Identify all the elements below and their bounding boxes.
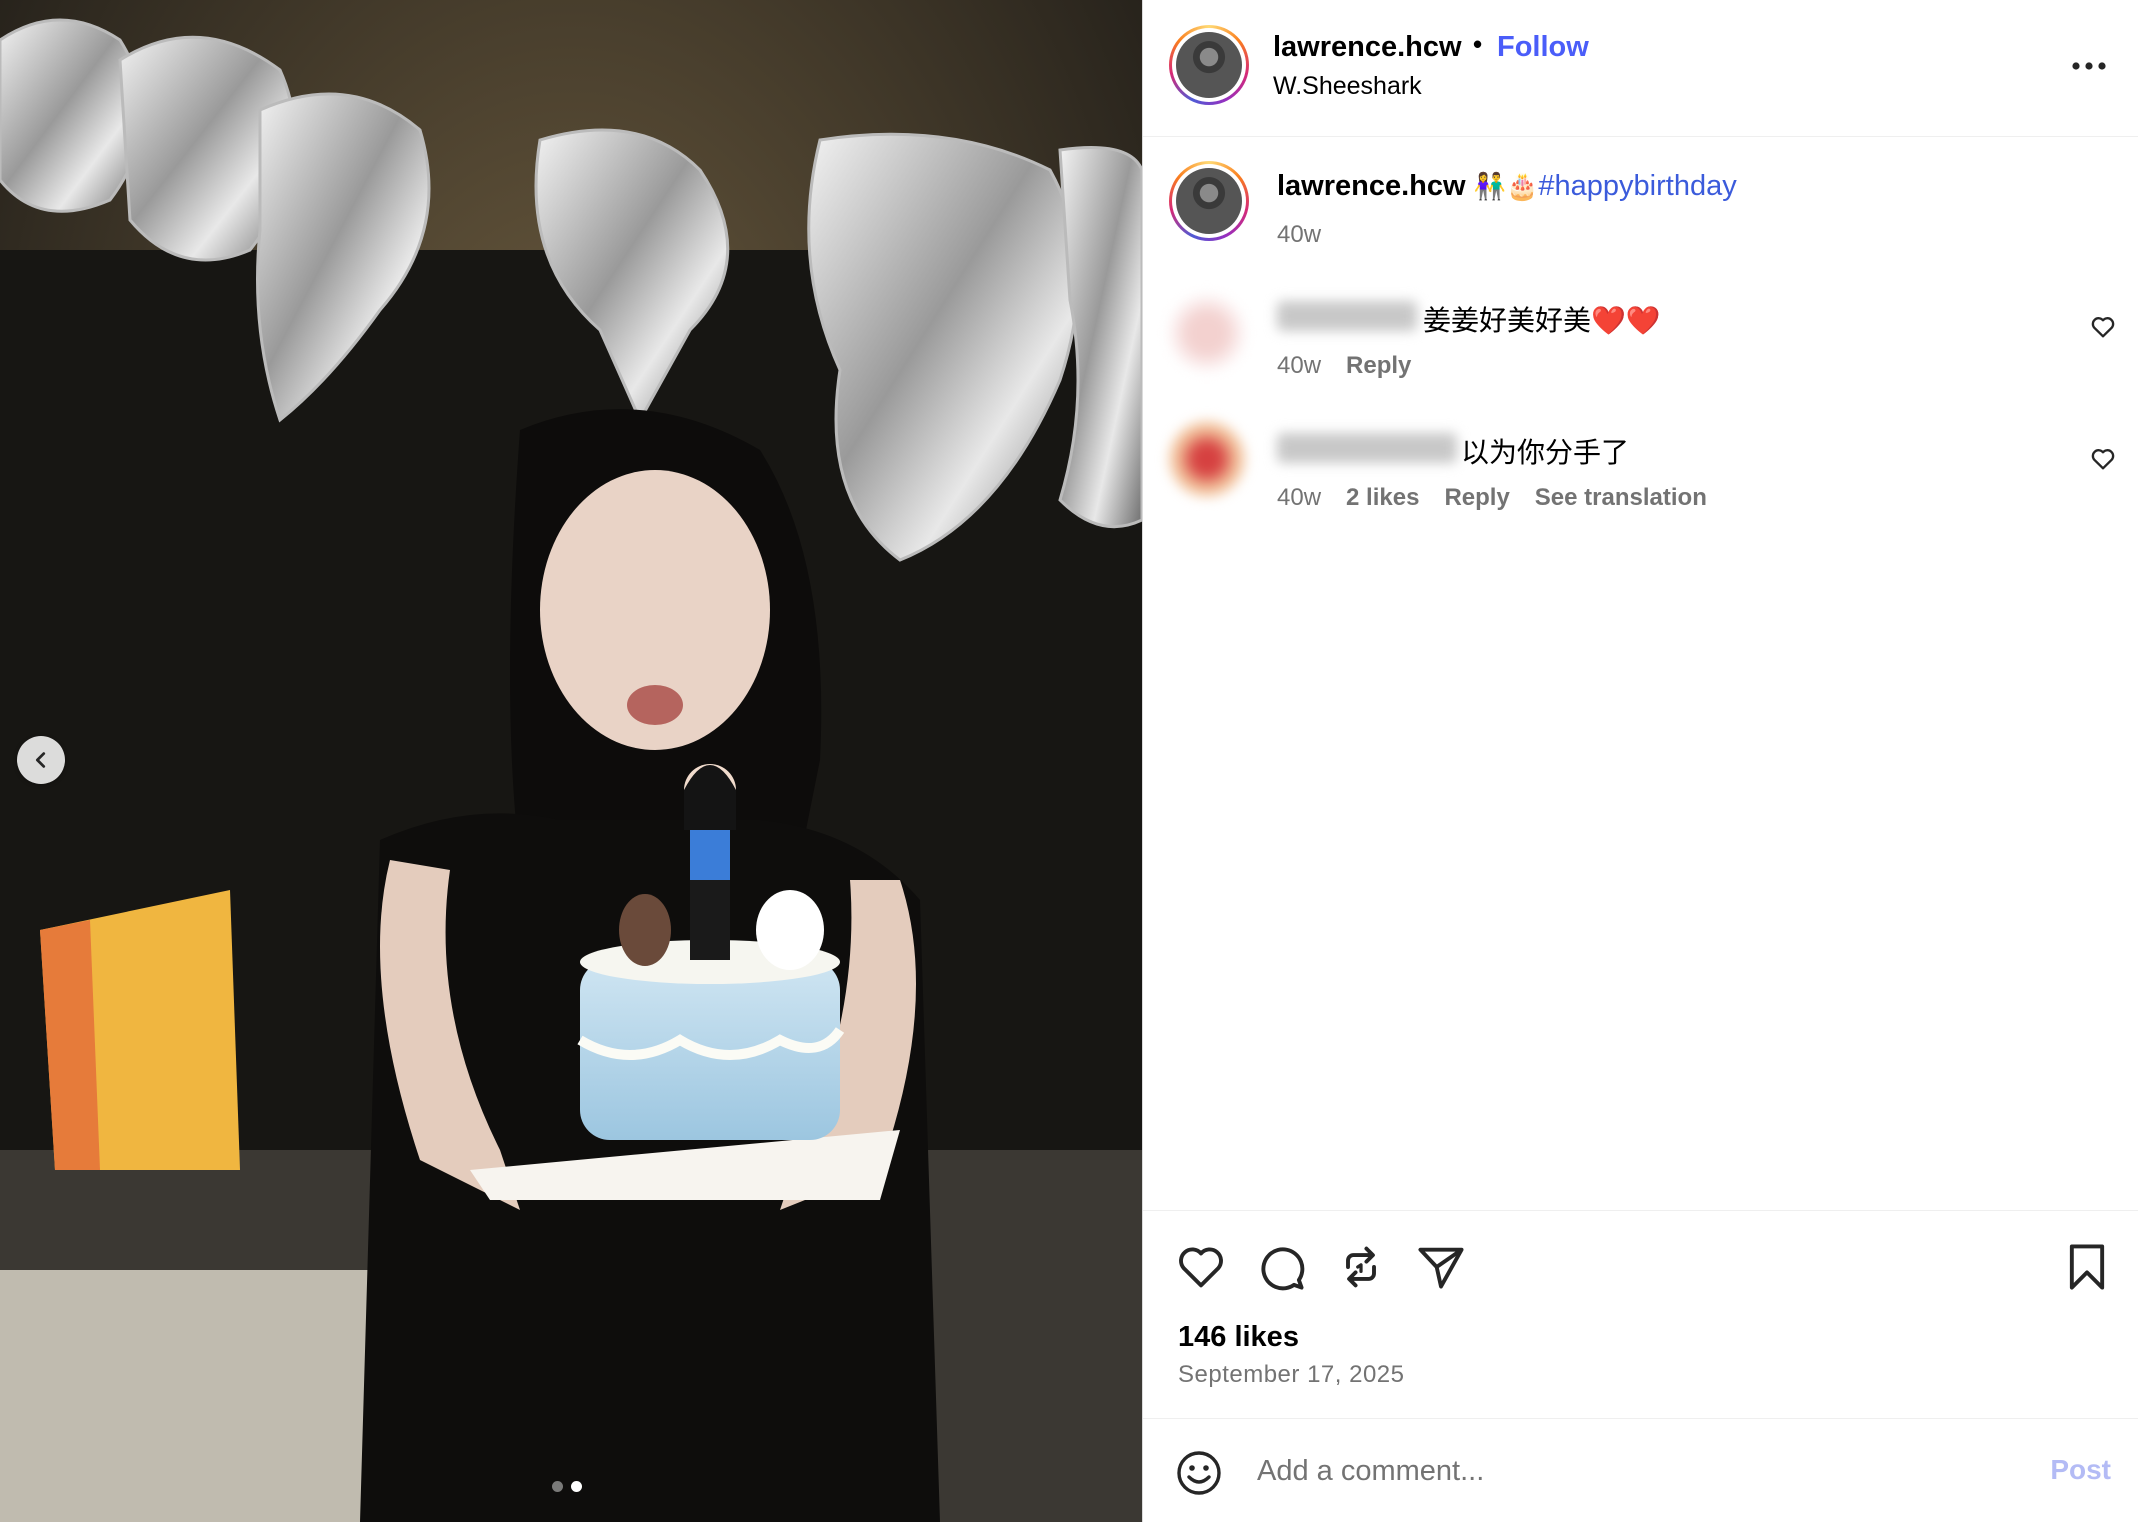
caption-username[interactable]: lawrence.hcw <box>1277 170 1466 202</box>
post-photo <box>0 0 1142 1522</box>
comment-icon[interactable] <box>1255 1241 1307 1293</box>
reply-button[interactable]: Reply <box>1444 484 1509 512</box>
follow-button[interactable]: Follow <box>1497 31 1589 64</box>
commenter-username-blurred[interactable] <box>1277 301 1417 331</box>
reply-button[interactable]: Reply <box>1346 352 1411 380</box>
author-username[interactable]: lawrence.hcw <box>1273 31 1462 64</box>
commenter-username-blurred[interactable] <box>1277 433 1457 463</box>
post-comment-button[interactable]: Post <box>2050 1454 2111 1486</box>
post-date[interactable]: September 17, 2025 <box>1178 1361 1405 1389</box>
post-image <box>0 0 1142 1522</box>
more-horizontal-icon <box>2072 62 2106 70</box>
carousel-dot-1 <box>552 1481 563 1492</box>
comment-input[interactable] <box>1257 1443 2017 1499</box>
post-header: lawrence.hcw • Follow W.Sheeshark <box>1143 0 2138 137</box>
likes-count[interactable]: 146 likes <box>1178 1321 1299 1354</box>
heart-icon[interactable] <box>1175 1241 1227 1293</box>
separator-dot: • <box>1473 29 1483 59</box>
comment-meta: 40w Reply <box>1277 352 1411 380</box>
bookmark-icon[interactable] <box>2061 1241 2113 1293</box>
commenter-avatar[interactable] <box>1169 421 1245 497</box>
commenter-avatar[interactable] <box>1169 295 1245 371</box>
carousel-dot-2 <box>571 1481 582 1492</box>
comment-composer: Post <box>1143 1418 2138 1522</box>
comment-timestamp[interactable]: 40w <box>1277 352 1321 380</box>
caption-hashtag[interactable]: #happybirthday <box>1538 170 1736 202</box>
comment-meta: 40w 2 likes Reply See translation <box>1277 484 1707 512</box>
smiley-icon[interactable] <box>1175 1449 1223 1497</box>
chevron-left-icon <box>35 752 46 768</box>
heart-icon[interactable] <box>2089 445 2117 473</box>
caption-timestamp[interactable]: 40w <box>1277 221 1321 249</box>
more-options-button[interactable] <box>2071 48 2107 84</box>
caption: lawrence.hcw 👫🎂#happybirthday <box>1277 170 1737 203</box>
carousel-indicator <box>552 1481 582 1492</box>
comment-likes[interactable]: 2 likes <box>1346 484 1419 512</box>
caption-emojis: 👫🎂 <box>1473 171 1539 201</box>
author-avatar[interactable] <box>1169 25 1249 105</box>
caption-avatar[interactable] <box>1169 161 1249 241</box>
heart-icon[interactable] <box>2089 313 2117 341</box>
send-icon[interactable] <box>1415 1241 1467 1293</box>
comment-timestamp[interactable]: 40w <box>1277 484 1321 512</box>
comment-text: 以为你分手了 <box>1461 437 1630 468</box>
action-bar: 146 likes September 17, 2025 <box>1143 1210 2138 1405</box>
see-translation-button[interactable]: See translation <box>1535 484 1707 512</box>
comment-item: 姜姜好美好美❤️❤️ 40w Reply <box>1143 285 2138 415</box>
repost-icon[interactable] <box>1335 1241 1387 1293</box>
post-location[interactable]: W.Sheeshark <box>1273 72 1422 101</box>
carousel-prev-button[interactable] <box>17 736 65 784</box>
comment-item: 以为你分手了 40w 2 likes Reply See translation <box>1143 417 2138 547</box>
comment-text: 姜姜好美好美❤️❤️ <box>1423 305 1661 336</box>
post-details: lawrence.hcw • Follow W.Sheeshark lawren… <box>1142 0 2138 1522</box>
